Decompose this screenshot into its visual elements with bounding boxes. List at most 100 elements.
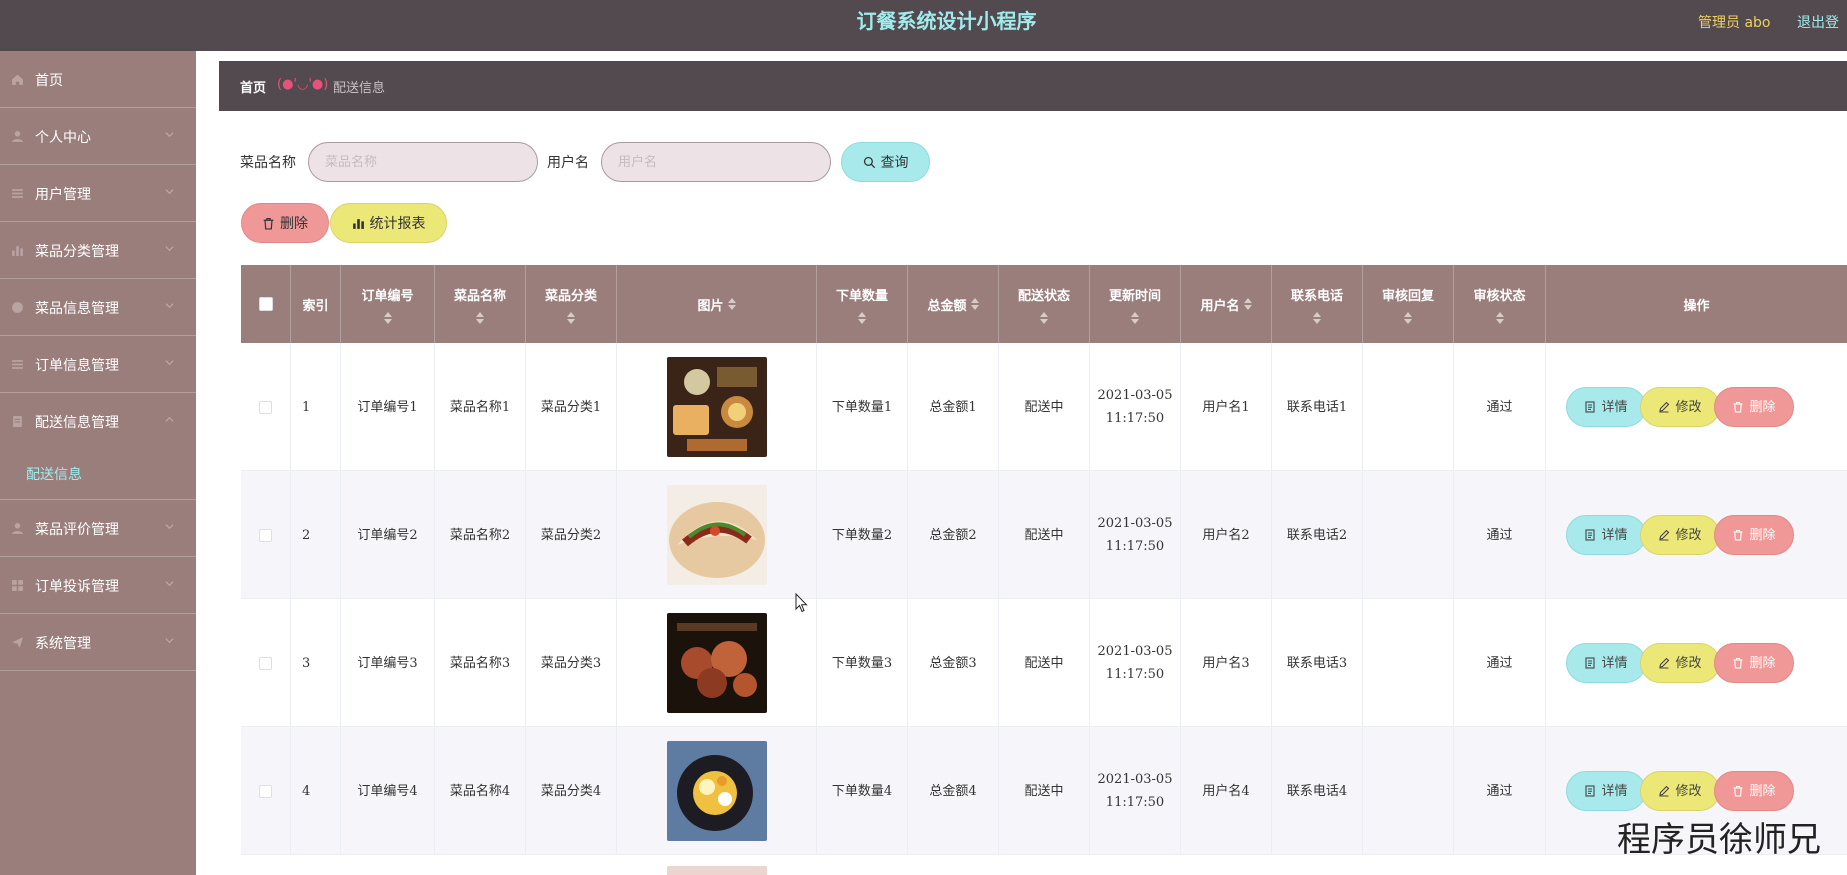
order-quantity: 下单数量1 bbox=[831, 399, 893, 415]
updated-time: 2021-03-05 11:17:50 bbox=[1098, 384, 1173, 430]
query-button[interactable]: 查询 bbox=[841, 142, 930, 182]
sidebar-item-dish-info[interactable]: 菜品信息管理 bbox=[0, 279, 196, 336]
breadcrumb-home[interactable]: 首页 bbox=[240, 77, 266, 96]
column-header-user[interactable]: 用户名 bbox=[1181, 265, 1272, 343]
edit-button[interactable]: 修改 bbox=[1640, 387, 1720, 427]
sort-icon[interactable] bbox=[1131, 311, 1139, 324]
edit-button[interactable]: 修改 bbox=[1640, 515, 1720, 555]
logout-link[interactable]: 退出登 bbox=[1797, 12, 1839, 32]
table-row: 4 订单编号4 菜品名称4 菜品分类4 下单数量4 总金额4 配送中 2021-03-05 11… bbox=[241, 727, 1847, 855]
sort-icon[interactable] bbox=[1495, 311, 1504, 324]
report-button[interactable]: 统计报表 bbox=[330, 203, 447, 243]
sidebar-item-dish-review[interactable]: 菜品评价管理 bbox=[0, 500, 196, 557]
updated-clock: 11:17:50 bbox=[1105, 667, 1165, 682]
sidebar-subitem-delivery-info[interactable]: 配送信息 bbox=[26, 464, 82, 484]
sidebar-item-user-management[interactable]: 用户管理 bbox=[0, 165, 196, 222]
sidebar-item-order-complaint[interactable]: 订单投诉管理 bbox=[0, 557, 196, 614]
dish-name-input[interactable] bbox=[308, 142, 538, 182]
pencil-icon bbox=[1659, 529, 1670, 541]
column-header-dish[interactable]: 菜品名称 bbox=[435, 265, 526, 343]
column-header-phone[interactable]: 联系电话 bbox=[1272, 265, 1363, 343]
table-cell: 2021-03-05 11:17:50 bbox=[1090, 343, 1181, 471]
column-header-order-no[interactable]: 订单编号 bbox=[341, 265, 435, 343]
table-cell: 联系电话4 bbox=[1272, 727, 1363, 855]
sort-icon[interactable] bbox=[1404, 311, 1412, 324]
audit-status: 通过 bbox=[1486, 783, 1513, 799]
column-header-qty[interactable]: 下单数量 bbox=[817, 265, 908, 343]
username: 用户名1 bbox=[1202, 399, 1250, 415]
column-header-status[interactable]: 配送状态 bbox=[999, 265, 1090, 343]
username: 用户名3 bbox=[1202, 655, 1250, 671]
column-header-label: 菜品分类 bbox=[544, 288, 597, 304]
table-cell bbox=[1363, 599, 1454, 727]
sort-icon[interactable] bbox=[970, 298, 979, 310]
delete-button[interactable]: 删除 bbox=[1714, 515, 1794, 555]
sort-icon[interactable] bbox=[727, 298, 736, 310]
delete-button[interactable]: 删除 bbox=[1714, 771, 1794, 811]
row-checkbox[interactable] bbox=[259, 400, 272, 414]
column-header: 索引 bbox=[291, 265, 341, 343]
dish-image[interactable] bbox=[666, 613, 767, 713]
detail-button[interactable]: 详情 bbox=[1566, 515, 1646, 555]
sidebar-item-order-info[interactable]: 订单信息管理 bbox=[0, 336, 196, 393]
table-cell bbox=[617, 599, 817, 727]
batch-delete-button[interactable]: 删除 bbox=[241, 203, 329, 243]
audit-status: 通过 bbox=[1486, 655, 1513, 671]
dish-image[interactable] bbox=[666, 357, 767, 457]
phone-number: 联系电话3 bbox=[1286, 655, 1348, 671]
row-index: 2 bbox=[302, 527, 311, 543]
detail-button[interactable]: 详情 bbox=[1566, 771, 1646, 811]
column-header-category[interactable]: 菜品分类 bbox=[526, 265, 617, 343]
delete-button[interactable]: 删除 bbox=[1714, 643, 1794, 683]
table-cell: 总金额4 bbox=[908, 727, 999, 855]
table-row: 1 订单编号1 菜品名称1 菜品分类1 下单数量1 总金额1 配送中 2021-03-05 11… bbox=[241, 343, 1847, 471]
edit-button[interactable]: 修改 bbox=[1640, 643, 1720, 683]
sidebar: 首页 个人中心 用户管理 菜品分类管理 菜品信息管理 订单信息管理 配送信息管理… bbox=[0, 51, 196, 875]
dish-image[interactable] bbox=[666, 741, 767, 841]
table-cell: 总金额1 bbox=[908, 343, 999, 471]
detail-button[interactable]: 详情 bbox=[1566, 387, 1646, 427]
column-header-updated[interactable]: 更新时间 bbox=[1090, 265, 1181, 343]
edit-button[interactable]: 修改 bbox=[1640, 771, 1720, 811]
delete-button[interactable]: 删除 bbox=[1714, 387, 1794, 427]
send-icon bbox=[12, 637, 23, 648]
chevron-down-icon bbox=[165, 246, 174, 252]
edit-label: 修改 bbox=[1675, 783, 1702, 799]
table-cell: 4 bbox=[291, 727, 341, 855]
column-header-audit[interactable]: 审核状态 bbox=[1454, 265, 1546, 343]
sort-icon[interactable] bbox=[858, 311, 866, 324]
dish-image[interactable] bbox=[666, 485, 767, 585]
username: 用户名4 bbox=[1202, 783, 1250, 799]
table-cell: 配送中 bbox=[999, 727, 1090, 855]
trash-icon bbox=[1733, 401, 1743, 413]
username: 用户名2 bbox=[1202, 527, 1250, 543]
username-input[interactable] bbox=[601, 142, 831, 182]
column-header-reply[interactable]: 审核回复 bbox=[1363, 265, 1454, 343]
sidebar-item-home[interactable]: 首页 bbox=[0, 51, 196, 108]
table-cell: 1 bbox=[291, 343, 341, 471]
sort-icon[interactable] bbox=[476, 311, 484, 324]
detail-button[interactable]: 详情 bbox=[1566, 643, 1646, 683]
column-header-total[interactable]: 总金额 bbox=[908, 265, 999, 343]
table-cell: 菜品名称3 bbox=[435, 599, 526, 727]
sort-icon[interactable] bbox=[567, 311, 575, 324]
sort-icon[interactable] bbox=[1040, 311, 1048, 324]
table-cell: 菜品名称4 bbox=[435, 727, 526, 855]
actions-cell: 详情 修改 删除 bbox=[1546, 343, 1847, 471]
sort-icon[interactable] bbox=[1313, 311, 1321, 324]
sidebar-item-system[interactable]: 系统管理 bbox=[0, 614, 196, 671]
column-header-image[interactable]: 图片 bbox=[617, 265, 817, 343]
sidebar-item-dish-category[interactable]: 菜品分类管理 bbox=[0, 222, 196, 279]
bar-chart-icon bbox=[352, 218, 364, 229]
select-all-cell bbox=[241, 265, 291, 343]
column-header-label: 图片 bbox=[697, 298, 724, 314]
row-checkbox[interactable] bbox=[259, 784, 272, 798]
sort-icon[interactable] bbox=[383, 311, 392, 324]
row-checkbox[interactable] bbox=[259, 528, 272, 542]
column-header-label: 菜品名称 bbox=[453, 288, 506, 304]
sort-icon[interactable] bbox=[1243, 298, 1252, 310]
select-all-checkbox[interactable] bbox=[258, 297, 273, 311]
row-checkbox[interactable] bbox=[259, 656, 272, 670]
breadcrumb-current: 配送信息 bbox=[333, 81, 386, 96]
sidebar-item-personal-center[interactable]: 个人中心 bbox=[0, 108, 196, 165]
